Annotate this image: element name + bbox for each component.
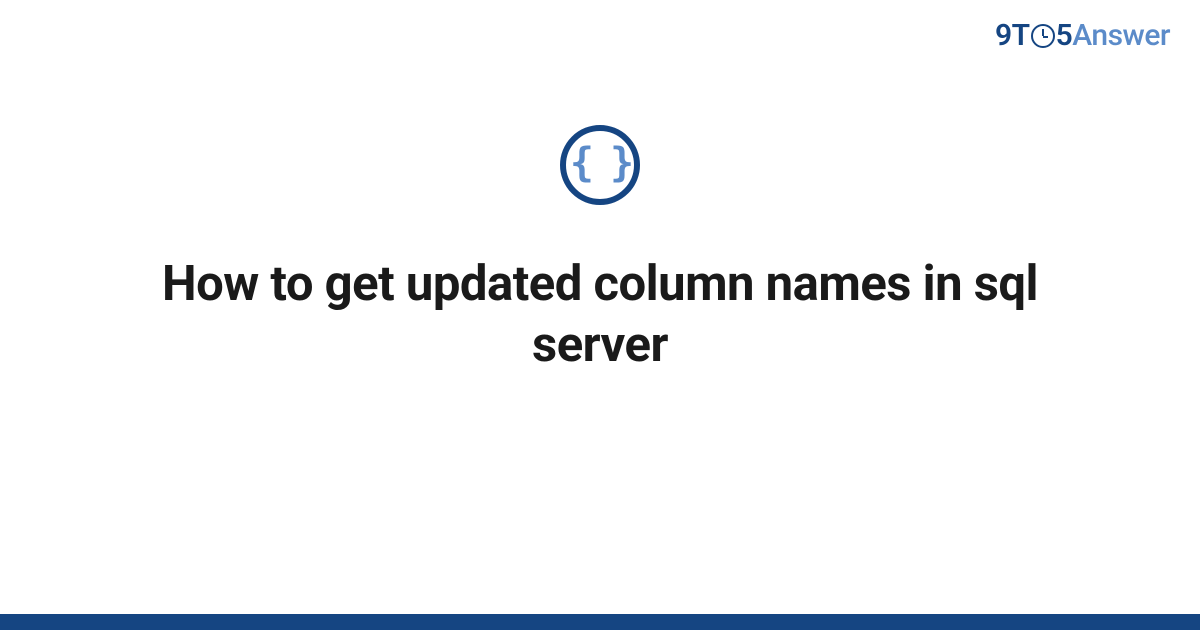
logo-text-answer: Answer <box>1072 18 1170 53</box>
braces-glyph: { } <box>570 143 630 183</box>
main-content: { } How to get updated column names in s… <box>0 125 1200 376</box>
footer-bar <box>0 614 1200 630</box>
code-braces-icon: { } <box>560 125 640 205</box>
clock-icon <box>1031 24 1055 48</box>
page-title: How to get updated column names in sql s… <box>100 253 1100 376</box>
logo-text-9t: 9T <box>995 18 1030 53</box>
site-logo[interactable]: 9T 5 Answer <box>995 18 1170 53</box>
logo-text-5: 5 <box>1056 18 1073 53</box>
